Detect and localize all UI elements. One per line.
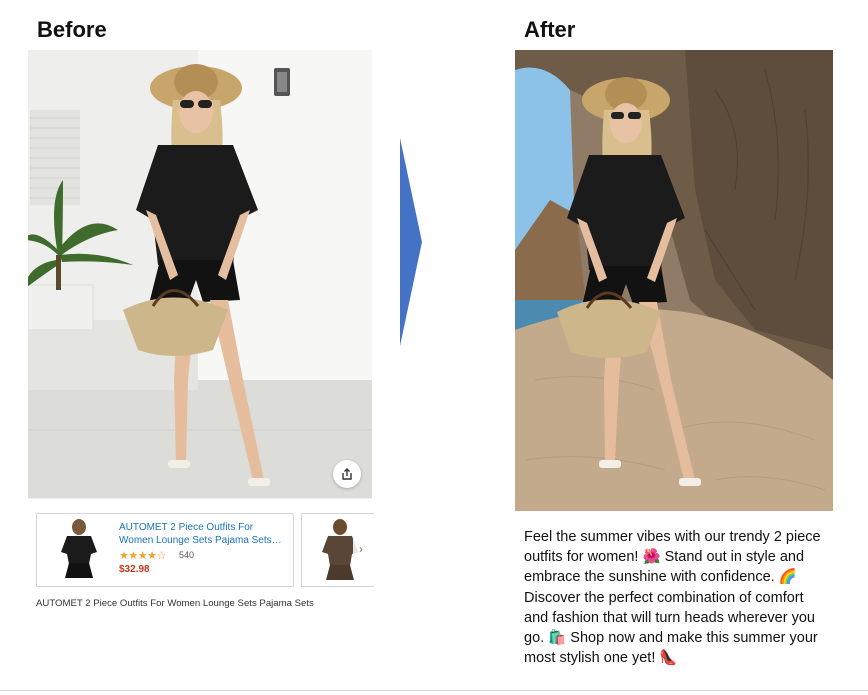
product-rating-count: 540	[179, 550, 195, 560]
shopping-bags-icon: 🛍️	[548, 630, 567, 647]
chevron-right-icon: ›	[359, 542, 363, 556]
share-button[interactable]	[333, 460, 361, 488]
before-heading: Before	[37, 17, 107, 42]
product-price: $32.98	[119, 564, 150, 575]
arrow-right-icon	[400, 138, 422, 346]
before-product-photo	[28, 50, 372, 498]
product-caption: AUTOMET 2 Piece Outfits For Women Lounge…	[36, 598, 314, 609]
high-heel-icon: 👠	[659, 650, 678, 667]
generated-caption: Feel the summer vibes with our trendy 2 …	[524, 527, 824, 668]
hibiscus-icon: 🌺	[642, 549, 661, 566]
share-icon	[342, 468, 352, 480]
product-strip: AUTOMET 2 Piece Outfits For Women Lounge…	[28, 498, 374, 617]
bottom-divider	[0, 690, 868, 691]
product-thumbnail	[61, 519, 97, 578]
product-card[interactable]: AUTOMET 2 Piece Outfits For Women Lounge…	[36, 513, 294, 587]
rainbow-icon: 🌈	[778, 569, 797, 586]
product-rating-stars: ★★★★☆	[119, 550, 166, 562]
after-product-photo	[515, 50, 833, 511]
after-heading: After	[524, 17, 576, 42]
carousel-next-button[interactable]: ›	[353, 539, 369, 559]
product-title: AUTOMET 2 Piece Outfits For Women Lounge…	[119, 522, 282, 546]
